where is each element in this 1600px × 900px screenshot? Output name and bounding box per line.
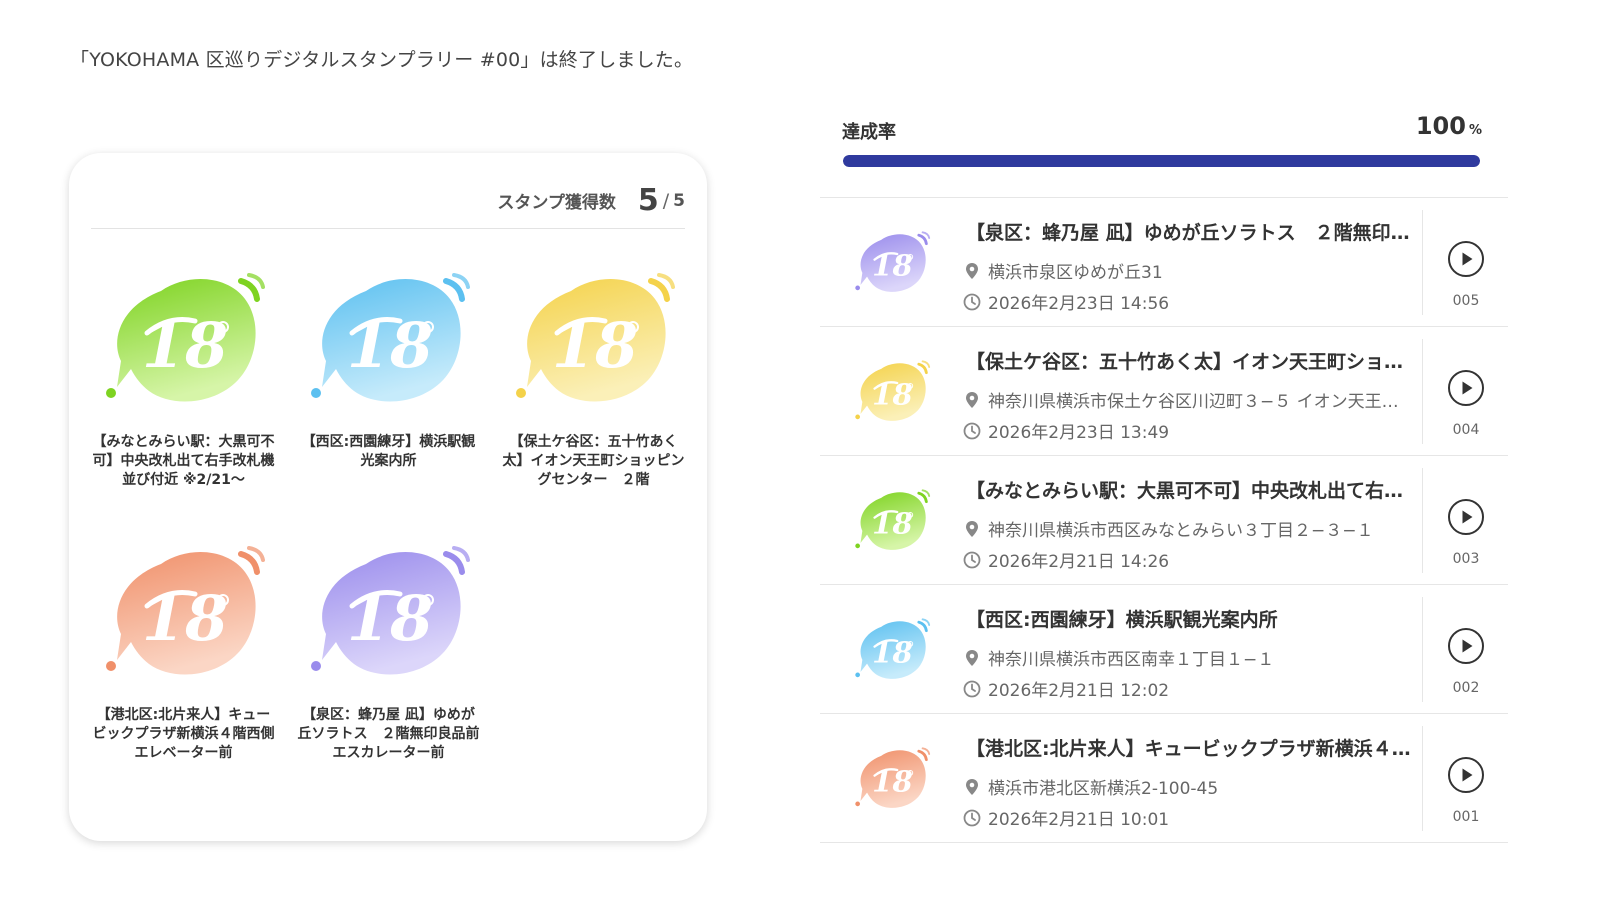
map-pin-icon — [962, 777, 982, 797]
history-row: 18 【保土ケ谷区：五十竹あく太】イオン天王町ショッピングセンター ２階 神奈川… — [820, 327, 1508, 456]
history-time-text: 2026年2月21日 12:02 — [988, 681, 1170, 701]
play-button[interactable] — [1448, 757, 1484, 793]
stamp-badge-icon: 18 — [852, 484, 932, 556]
history-title: 【港北区:北片来人】キュービックプラザ新横浜４階西側エレベーター前 — [966, 738, 1411, 760]
achievement-rate-value: 100 — [1415, 112, 1466, 140]
achievement-rate-label: 達成率 — [842, 122, 896, 143]
stamp-badge-icon: 18 — [852, 742, 932, 814]
row-divider — [1422, 597, 1423, 702]
history-number: 001 — [1452, 809, 1480, 825]
clock-icon — [962, 550, 982, 570]
clock-icon — [962, 421, 982, 441]
map-pin-icon — [962, 261, 982, 281]
stamp-cell[interactable]: 18 【保土ケ谷区：五十竹あく太】イオン天王町ショッピングセンター ２階 — [501, 263, 686, 490]
stamp-count-label: スタンプ獲得数 — [497, 193, 616, 213]
history-address: 神奈川県横浜市西区みなとみらい３丁目２−３−１ — [962, 516, 1412, 541]
history-title: 【西区:西園練牙】横浜駅観光案内所 — [966, 609, 1278, 631]
history-time-text: 2026年2月23日 14:56 — [988, 294, 1170, 314]
row-divider — [1422, 210, 1423, 315]
history-number: 004 — [1452, 422, 1480, 438]
play-button[interactable] — [1448, 370, 1484, 406]
history-address-text: 神奈川県横浜市西区南幸１丁目１−１ — [988, 650, 1275, 670]
play-button[interactable] — [1448, 499, 1484, 535]
row-divider — [1422, 726, 1423, 831]
stamp-cell[interactable]: 18 【みなとみらい駅：大黒可不可】中央改札出て右手改札機並び付近 ※2/21〜 — [91, 263, 276, 490]
stamp-badge-icon: 18 — [304, 536, 474, 686]
stamp-name: 【港北区:北片来人】キュービックプラザ新横浜４階西側エレベーター前 — [92, 707, 275, 761]
history-number: 003 — [1452, 551, 1480, 567]
stamp-count-separator: / — [662, 189, 670, 212]
stamp-badge-icon: 18 — [852, 355, 932, 427]
history-title: 【泉区：蜂乃屋 凪】ゆめが丘ソラトス ２階無印良品前エスカレーター前 — [966, 222, 1411, 244]
history-time: 2026年2月21日 12:02 — [962, 676, 1412, 701]
stamp-cell[interactable]: 18 【港北区:北片来人】キュービックプラザ新横浜４階西側エレベーター前 — [91, 536, 276, 763]
achievement-rate: 達成率 100% — [842, 112, 1482, 144]
history-number: 005 — [1452, 293, 1480, 309]
history-address: 神奈川県横浜市西区南幸１丁目１−１ — [962, 645, 1412, 670]
stamp-cell[interactable]: 18 【泉区：蜂乃屋 凪】ゆめが丘ソラトス ２階無印良品前エスカレーター前 — [296, 536, 481, 763]
stamp-badge-icon: 18 — [509, 263, 679, 413]
stamp-count-current: 5 — [637, 183, 659, 218]
history-row: 18 【泉区：蜂乃屋 凪】ゆめが丘ソラトス ２階無印良品前エスカレーター前 横浜… — [820, 198, 1508, 327]
history-row: 18 【みなとみらい駅：大黒可不可】中央改札出て右手改札機並び付近 神奈川県横浜… — [820, 456, 1508, 585]
achievement-rate-value-wrap: 100% — [1416, 112, 1482, 140]
clock-icon — [962, 808, 982, 828]
stamp-name: 【みなとみらい駅：大黒可不可】中央改札出て右手改札機並び付近 ※2/21〜 — [92, 434, 275, 488]
history-title: 【保土ケ谷区：五十竹あく太】イオン天王町ショッピングセンター ２階 — [966, 351, 1411, 373]
history-address: 横浜市港北区新横浜2-100-45 — [962, 774, 1412, 799]
history-address-text: 横浜市泉区ゆめが丘31 — [988, 263, 1163, 283]
progress-bar-fill — [843, 155, 1480, 167]
stamp-badge-icon: 18 — [852, 613, 932, 685]
stamp-name: 【保土ケ谷区：五十竹あく太】イオン天王町ショッピングセンター ２階 — [502, 434, 685, 488]
history-address: 神奈川県横浜市保土ケ谷区川辺町３−５ イオン天王町ショッピングセンター — [962, 387, 1412, 412]
history-title: 【みなとみらい駅：大黒可不可】中央改札出て右手改札機並び付近 — [966, 480, 1411, 502]
play-button[interactable] — [1448, 628, 1484, 664]
map-pin-icon — [962, 519, 982, 539]
play-button[interactable] — [1448, 241, 1484, 277]
row-divider — [1422, 468, 1423, 573]
stamp-count-total: 5 — [673, 190, 685, 211]
stamp-badge-icon: 18 — [99, 536, 269, 686]
stamp-cell[interactable]: 18 【西区:西園練牙】横浜駅観光案内所 — [296, 263, 481, 490]
history-address-text: 横浜市港北区新横浜2-100-45 — [988, 779, 1219, 799]
history-number: 002 — [1452, 680, 1480, 696]
stamp-count-header: スタンプ獲得数 5 / 5 — [91, 173, 685, 229]
campaign-ended-notice: 「YOKOHAMA 区巡りデジタルスタンプラリー #00」は終了しました。 — [70, 49, 694, 71]
history-time: 2026年2月21日 14:26 — [962, 547, 1412, 572]
stamp-badge-icon: 18 — [852, 226, 932, 298]
map-pin-icon — [962, 648, 982, 668]
stamp-name: 【泉区：蜂乃屋 凪】ゆめが丘ソラトス ２階無印良品前エスカレーター前 — [297, 707, 480, 761]
history-row: 18 【港北区:北片来人】キュービックプラザ新横浜４階西側エレベーター前 横浜市… — [820, 714, 1508, 843]
history-row: 18 【西区:西園練牙】横浜駅観光案内所 神奈川県横浜市西区南幸１丁目１−１ 2… — [820, 585, 1508, 714]
map-pin-icon — [962, 390, 982, 410]
history-time: 2026年2月21日 10:01 — [962, 805, 1412, 830]
clock-icon — [962, 679, 982, 699]
stamp-history-list: 18 【泉区：蜂乃屋 凪】ゆめが丘ソラトス ２階無印良品前エスカレーター前 横浜… — [820, 197, 1508, 843]
history-address-text: 神奈川県横浜市西区みなとみらい３丁目２−３−１ — [988, 521, 1374, 541]
progress-bar — [843, 155, 1480, 167]
stamp-badge-icon: 18 — [99, 263, 269, 413]
stamp-badge-icon: 18 — [304, 263, 474, 413]
history-time-text: 2026年2月21日 10:01 — [988, 810, 1170, 830]
clock-icon — [962, 292, 982, 312]
history-address-text: 神奈川県横浜市保土ケ谷区川辺町３−５ イオン天王町ショッピングセンター — [988, 392, 1412, 412]
row-divider — [1422, 339, 1423, 444]
history-time: 2026年2月23日 13:49 — [962, 418, 1412, 443]
history-time-text: 2026年2月21日 14:26 — [988, 552, 1170, 572]
history-time-text: 2026年2月23日 13:49 — [988, 423, 1170, 443]
history-address: 横浜市泉区ゆめが丘31 — [962, 258, 1412, 283]
stamp-name: 【西区:西園練牙】横浜駅観光案内所 — [301, 434, 476, 469]
history-time: 2026年2月23日 14:56 — [962, 289, 1412, 314]
stamp-card: スタンプ獲得数 5 / 5 18 【みなとみらい駅：大黒可不可】中央改札出て右手… — [69, 153, 707, 841]
achievement-rate-unit: % — [1468, 123, 1482, 138]
